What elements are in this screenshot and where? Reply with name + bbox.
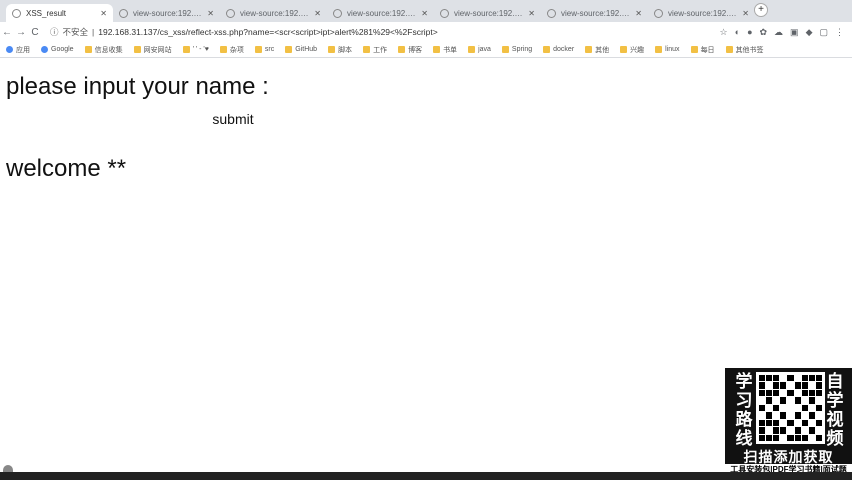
folder-icon [468,46,476,53]
folder-icon [501,46,509,53]
globe-icon [333,8,342,18]
bookmark-folder[interactable]: GitHub [285,46,317,53]
address-bar[interactable]: ⓘ 不安全 | 192.168.31.137/cs_xss/reflect-xs… [50,24,720,40]
folder-icon [433,46,441,53]
tab-view-source[interactable]: view-source:192.168... ✕ [648,4,755,22]
folder-icon [585,46,593,53]
tab-label: XSS_result [26,8,67,18]
info-icon[interactable]: ⓘ [50,26,59,38]
bookmark-folder[interactable]: docker [543,46,574,53]
folder-icon [690,46,698,53]
forward-icon[interactable]: → [14,27,28,38]
browser-toolbar: ← → C ⓘ 不安全 | 192.168.31.137/cs_xss/refl… [0,22,852,42]
url-text[interactable]: 192.168.31.137/cs_xss/reflect-xss.php?na… [98,27,437,37]
extension-icon[interactable]: ● [747,27,752,38]
window-controls-area [772,0,852,22]
bottom-bar [0,472,852,480]
bookmark-folder[interactable]: java [468,46,491,53]
bookmark-folder[interactable]: linux [655,46,680,53]
folder-icon [363,46,371,53]
promo-right-text: 自学视频 [826,372,844,448]
globe-icon [226,8,235,18]
new-tab-button[interactable]: + [754,3,768,17]
bookmark-folder[interactable]: 杂项 [219,45,244,55]
tab-view-source[interactable]: view-source:192.168... ✕ [113,4,220,22]
folder-icon [398,46,406,53]
folder-icon [655,46,663,53]
tab-view-source[interactable]: view-source:192.168... ✕ [327,4,434,22]
promo-overlay: 学习路线 自学视频 扫描添加获取 工具安装包|PDF学习书籍|面试题 [725,368,852,476]
folder-icon [254,46,262,53]
security-label: 不安全 [62,27,89,37]
extension-icon[interactable]: ▢ [819,27,828,38]
folder-icon [84,46,92,53]
bookmark-folder[interactable]: 其他 [585,45,609,55]
folder-icon [328,46,336,53]
tab-label: view-source:192.168... [240,8,311,18]
name-prompt: please input your name : [6,73,269,100]
bookmark-folder[interactable]: 脚本 [328,45,352,55]
menu-icon[interactable]: ⋮ [835,27,844,38]
bookmark-folder[interactable]: 兴趣 [620,45,644,55]
reload-icon[interactable]: C [28,27,42,38]
close-icon[interactable]: ✕ [635,9,642,18]
back-icon[interactable]: ← [0,27,14,38]
bookmark-folder[interactable]: 博客 [398,45,422,55]
bookmark-folder[interactable]: ' ' - '♥ [182,46,209,53]
bookmark-folder[interactable]: src [254,46,274,53]
page-icon [12,8,21,18]
bookmark-google[interactable]: Google [41,46,74,53]
folder-icon [219,46,227,53]
bookmark-folder[interactable]: 书单 [433,45,457,55]
globe-icon [547,8,556,18]
tab-label: view-source:192.168... [668,8,739,18]
bookmark-apps[interactable]: 应用 [6,45,30,55]
tab-label: view-source:192.168... [347,8,418,18]
folder-icon [725,46,733,53]
folder-icon [133,46,141,53]
apps-icon [6,46,13,53]
bookmark-folder[interactable]: 每日 [690,45,715,55]
extension-icon[interactable]: ☁ [774,27,783,38]
extension-icon[interactable]: ◐ [735,27,740,38]
close-icon[interactable]: ✕ [421,9,428,18]
tab-view-source[interactable]: view-source:192.168... ✕ [220,4,327,22]
bookmark-folder[interactable]: 工作 [363,45,387,55]
close-icon[interactable]: ✕ [528,9,535,18]
close-icon[interactable]: ✕ [742,9,749,18]
folder-icon [285,46,293,53]
folder-icon [182,46,190,53]
promo-left-text: 学习路线 [735,372,753,448]
close-icon[interactable]: ✕ [100,9,107,18]
tab-label: view-source:192.168... [561,8,632,18]
bookmark-other[interactable]: 其他书签 [725,45,764,55]
folder-icon [620,46,628,53]
bookmark-folder[interactable]: 网安网站 [133,45,172,55]
submit-button[interactable]: submit [203,109,263,129]
tab-label: view-source:192.168... [133,8,204,18]
extension-icon[interactable]: ▣ [790,27,799,38]
tab-view-source[interactable]: view-source:192.168... ✕ [434,4,541,22]
welcome-message: welcome ** [6,155,127,182]
globe-icon [119,8,128,18]
star-icon[interactable]: ☆ [720,27,728,38]
globe-icon [654,8,663,18]
extension-icons: ☆ ◐ ● ✿ ☁ ▣ ◆ ▢ ⋮ [720,27,844,38]
google-icon [41,46,48,53]
tab-view-source[interactable]: view-source:192.168... ✕ [541,4,648,22]
close-icon[interactable]: ✕ [207,9,214,18]
close-icon[interactable]: ✕ [314,9,321,18]
qr-code [756,372,825,444]
tab-label: view-source:192.168... [454,8,525,18]
extension-icon[interactable]: ✿ [760,27,768,38]
extension-icon[interactable]: ◆ [806,27,813,38]
tab-strip: XSS_result ✕ view-source:192.168... ✕ vi… [0,0,852,22]
bookmark-folder[interactable]: 信息收集 [84,45,123,55]
bookmarks-bar: 应用 Google 信息收集 网安网站 ' ' - '♥ 杂项 src GitH… [0,42,852,58]
globe-icon [440,8,449,18]
tab-xss-result[interactable]: XSS_result ✕ [6,4,113,22]
bookmark-folder[interactable]: Spring [501,46,532,53]
folder-icon [543,46,551,53]
